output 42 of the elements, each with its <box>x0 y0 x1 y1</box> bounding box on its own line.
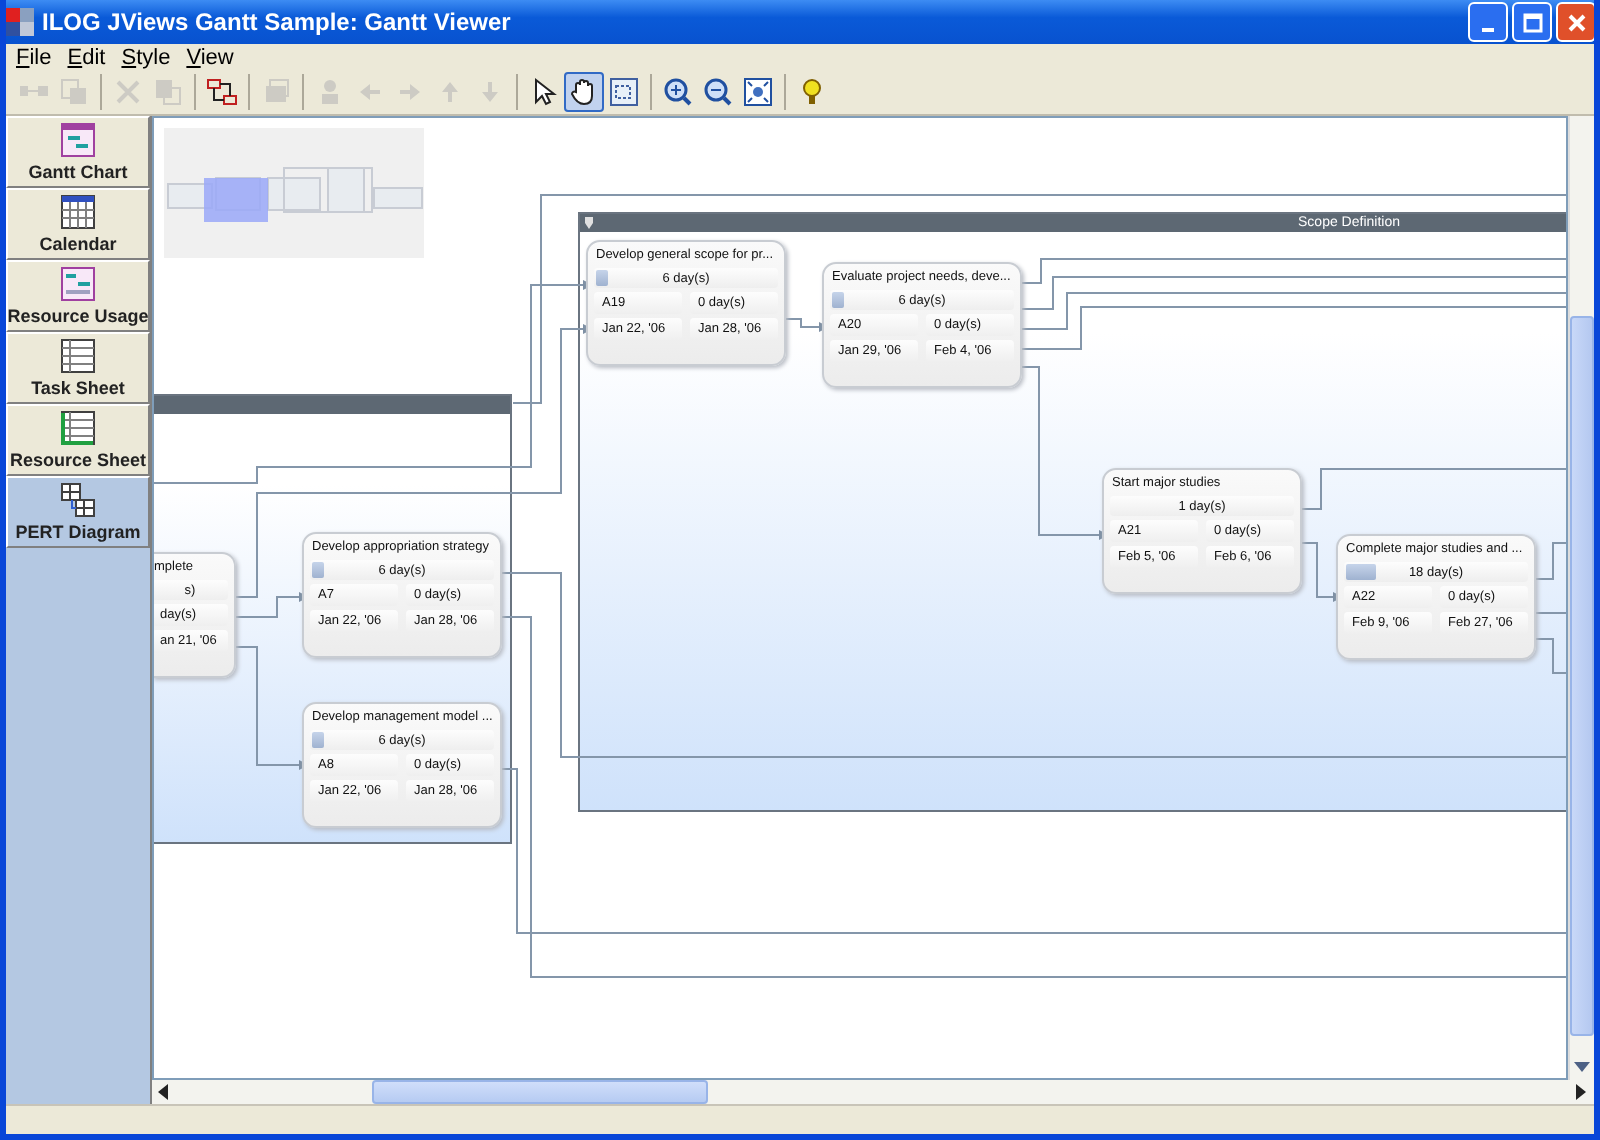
menu-item[interactable]: Style <box>115 45 181 69</box>
x-icon <box>112 76 144 108</box>
diagram-icon <box>60 482 96 518</box>
link-icon <box>206 76 238 108</box>
table-icon <box>60 338 96 374</box>
toolbar-button[interactable] <box>738 72 778 112</box>
left-arrow-icon[interactable] <box>158 1084 170 1100</box>
maximize-icon[interactable] <box>1521 11 1543 33</box>
scroll-thumb[interactable] <box>1570 316 1594 1036</box>
right-arrow-icon[interactable] <box>1576 1084 1588 1100</box>
sidebar-item[interactable]: Task Sheet <box>6 332 150 404</box>
toggle-icon[interactable] <box>584 216 594 230</box>
scroll-thumb[interactable] <box>372 1080 708 1104</box>
sidebar-item[interactable]: Gantt Chart <box>6 116 150 188</box>
table-icon <box>60 410 96 446</box>
menu-item[interactable]: View <box>180 45 244 69</box>
menu-item[interactable]: Edit <box>61 45 116 69</box>
zoom-out-icon <box>702 76 734 108</box>
chart-icon <box>60 266 96 302</box>
zoom-in-icon <box>662 76 694 108</box>
maximize-button[interactable] <box>1512 2 1552 42</box>
horizontal-scrollbar[interactable] <box>152 1080 1594 1104</box>
close-icon[interactable] <box>1565 11 1587 33</box>
marquee-icon <box>608 76 640 108</box>
minimize-button[interactable] <box>1468 2 1508 42</box>
fit-icon <box>742 76 774 108</box>
close-button[interactable] <box>1556 2 1594 42</box>
sidebar-item[interactable]: Resource Usage <box>6 260 150 332</box>
box-icon <box>260 76 292 108</box>
sidebar-item[interactable]: Calendar <box>6 188 150 260</box>
menu-item[interactable]: File <box>10 45 62 69</box>
app-icon <box>6 8 34 36</box>
pages-icon <box>58 76 90 108</box>
sidebar-item[interactable]: PERT Diagram <box>6 476 150 548</box>
window-title: ILOG JViews Gantt Sample: Gantt Viewer <box>42 8 513 36</box>
calendar-icon <box>60 194 96 230</box>
toolbar-button[interactable] <box>564 72 604 112</box>
down-arrow-icon[interactable] <box>1574 1062 1590 1074</box>
sidebar-item[interactable]: Resource Sheet <box>6 404 150 476</box>
chart-icon <box>60 122 96 158</box>
vertical-scrollbar[interactable] <box>1568 116 1594 1080</box>
pages-icon <box>152 76 184 108</box>
